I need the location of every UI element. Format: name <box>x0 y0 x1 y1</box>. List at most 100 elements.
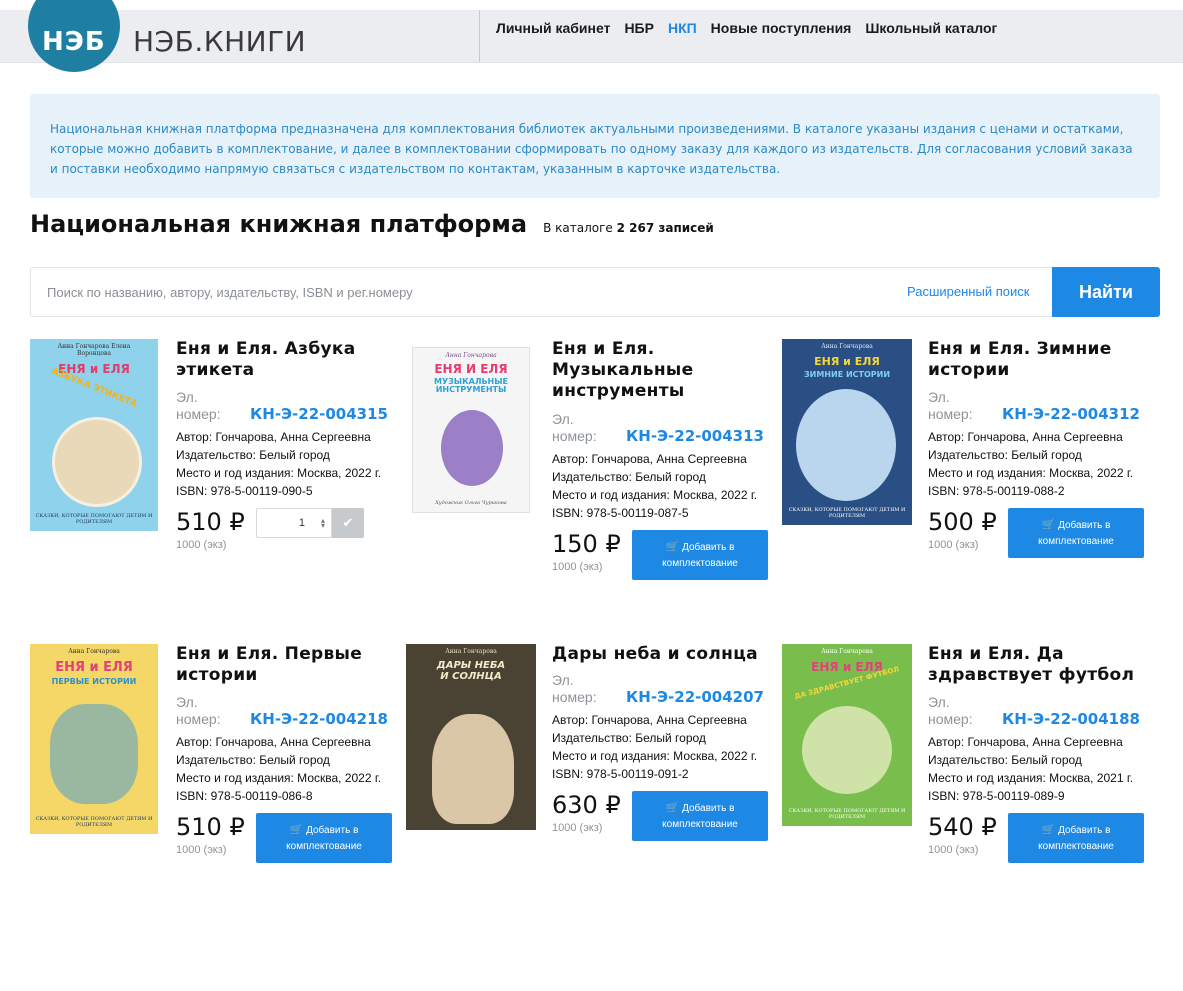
book-meta: Эл. номер: КН-Э-22-004218 Автор: Гончаро… <box>176 694 401 865</box>
page-title: Национальная книжная платформа <box>30 210 528 238</box>
cover-illustration <box>52 417 142 507</box>
top-bar: НЭБ НЭБ.КНИГИ Личный кабинет НБР НКП Нов… <box>0 0 1183 72</box>
reg-number[interactable]: КН-Э-22-004315 <box>250 405 388 423</box>
book-title[interactable]: Еня и Еля. Зимние истории <box>928 339 1138 381</box>
book-title[interactable]: Еня и Еля. Азбука этикета <box>176 339 386 381</box>
cover-title: ДАРЫ НЕБА И СОЛНЦА <box>436 660 506 682</box>
cover-subtitle: ЗИМНИЕ ИСТОРИИ <box>803 369 891 379</box>
cover-author: Анна Гончарова <box>68 648 120 655</box>
spinner-icon[interactable]: ▴ ▾ <box>321 517 325 530</box>
advanced-search-link[interactable]: Расширенный поиск <box>907 284 1029 299</box>
book-publisher: Издательство: Белый город <box>928 448 1082 462</box>
catalog-count: В каталоге 2 267 записей <box>543 221 714 235</box>
reg-line: Эл. номер: КН-Э-22-004207 <box>552 672 777 706</box>
stock: 1000 (экз) <box>928 539 979 551</box>
cover-illustration <box>802 706 892 794</box>
add-label-line2: комплектование <box>662 557 738 569</box>
title-row: Национальная книжная платформа В каталог… <box>30 210 714 238</box>
reg-number[interactable]: КН-Э-22-004188 <box>1002 710 1140 728</box>
logo-abbr[interactable]: НЭБ <box>42 27 112 57</box>
cover-illustration <box>50 704 138 804</box>
book-cover[interactable]: Анна Гончарова ЕНЯ и ЕЛЯ ПЕРВЫЕ ИСТОРИИ … <box>30 644 158 834</box>
add-label-line1: Добавить в <box>306 824 359 836</box>
book-cover[interactable]: Анна Гончарова Елена Воронцова ЕНЯ и ЕЛЯ… <box>30 339 158 531</box>
reg-number[interactable]: КН-Э-22-004218 <box>250 710 388 728</box>
book-isbn: ISBN: 978-5-00119-089-9 <box>928 789 1065 803</box>
book-cover[interactable]: Анна Гончарова ЕНЯ и ЕЛЯ ЗИМНИЕ ИСТОРИИ … <box>782 339 912 525</box>
price-row: 630 ₽ 1000 (экз) 🛒 Добавить в комплектов… <box>552 791 777 843</box>
reg-number[interactable]: КН-Э-22-004207 <box>626 688 764 706</box>
price: 630 ₽ <box>552 791 621 819</box>
nav-item-nbr[interactable]: НБР <box>624 20 654 36</box>
cart-icon: 🛒 <box>1041 823 1056 836</box>
add-to-collection-button[interactable]: 🛒 Добавить в комплектование <box>1008 813 1144 863</box>
book-author: Автор: Гончарова, Анна Сергеевна <box>552 452 747 466</box>
reg-label: Эл. номер: <box>552 672 597 705</box>
quantity-stepper[interactable]: ▴▾ <box>256 508 332 538</box>
cart-icon: 🛒 <box>665 540 680 553</box>
nav-divider <box>479 10 480 62</box>
reg-number[interactable]: КН-Э-22-004313 <box>626 427 764 445</box>
cover-series: Художник Ольга Чурикова <box>435 500 507 506</box>
book-cover[interactable]: Анна Гончарова ЕНЯ И ЕЛЯ МУЗЫКАЛЬНЫЕ ИНС… <box>412 347 530 513</box>
add-to-collection-button[interactable]: 🛒 Добавить в комплектование <box>1008 508 1144 558</box>
add-label-line1: Добавить в <box>682 802 735 814</box>
main-nav: Личный кабинет НБР НКП Новые поступления… <box>496 20 997 36</box>
cover-title: ЕНЯ И ЕЛЯ <box>434 362 508 376</box>
info-banner: Национальная книжная платформа предназна… <box>30 94 1160 198</box>
reg-number[interactable]: КН-Э-22-004312 <box>1002 405 1140 423</box>
book-publisher: Издательство: Белый город <box>176 448 330 462</box>
add-to-collection-button[interactable]: 🛒 Добавить в комплектование <box>632 530 768 580</box>
book-title[interactable]: Еня и Еля. Музыкальные инструменты <box>552 339 762 402</box>
nav-item-new-arrivals[interactable]: Новые поступления <box>711 20 852 36</box>
reg-label: Эл. номер: <box>928 694 973 727</box>
book-publisher: Издательство: Белый город <box>552 470 706 484</box>
add-label-line1: Добавить в <box>1058 519 1111 531</box>
book-place-year: Место и год издания: Москва, 2022 г. <box>176 771 382 785</box>
cover-title: ЕНЯ и ЕЛЯ <box>814 355 880 368</box>
cover-author: Анна Гончарова <box>445 352 497 359</box>
book-author: Автор: Гончарова, Анна Сергеевна <box>552 713 747 727</box>
add-to-collection-button[interactable]: 🛒 Добавить в комплектование <box>256 813 392 863</box>
nav-item-nkp[interactable]: НКП <box>668 20 697 36</box>
cover-series: СКАЗКИ, КОТОРЫЕ ПОМОГАЮТ ДЕТЯМ И РОДИТЕЛ… <box>35 513 153 525</box>
stock: 1000 (экз) <box>552 561 603 573</box>
cover-subtitle: ПЕРВЫЕ ИСТОРИИ <box>51 676 137 686</box>
cover-title: ЕНЯ и ЕЛЯ <box>55 660 133 675</box>
cart-icon: 🛒 <box>289 823 304 836</box>
book-author: Автор: Гончарова, Анна Сергеевна <box>928 735 1123 749</box>
stock: 1000 (экз) <box>176 539 227 551</box>
cover-subtitle: МУЗЫКАЛЬНЫЕ ИНСТРУМЕНТЫ <box>433 376 509 394</box>
book-isbn: ISBN: 978-5-00119-086-8 <box>176 789 313 803</box>
book-title[interactable]: Дары неба и солнца <box>552 644 762 665</box>
search-input[interactable] <box>31 268 891 316</box>
confirm-quantity-button[interactable]: ✔ <box>332 508 364 538</box>
reg-line: Эл. номер: КН-Э-22-004188 <box>928 694 1153 728</box>
check-icon: ✔ <box>342 515 354 530</box>
book-place-year: Место и год издания: Москва, 2022 г. <box>552 749 758 763</box>
cover-series: СКАЗКИ, КОТОРЫЕ ПОМОГАЮТ ДЕТЯМ И РОДИТЕЛ… <box>35 816 153 828</box>
page-bottom-blank <box>0 888 1183 991</box>
price-row: 510 ₽ 1000 (экз) 🛒 Добавить в комплектов… <box>176 813 401 865</box>
book-cover[interactable]: Анна Гончарова ЕНЯ и ЕЛЯ ДА ЗДРАВСТВУЕТ … <box>782 644 912 826</box>
book-meta: Эл. номер: КН-Э-22-004312 Автор: Гончаро… <box>928 389 1153 560</box>
reg-line: Эл. номер: КН-Э-22-004218 <box>176 694 401 728</box>
book-cover[interactable]: Анна Гончарова ДАРЫ НЕБА И СОЛНЦА <box>406 644 536 830</box>
reg-line: Эл. номер: КН-Э-22-004315 <box>176 389 401 423</box>
book-isbn: ISBN: 978-5-00119-088-2 <box>928 484 1065 498</box>
add-label-line2: комплектование <box>286 840 362 852</box>
add-to-collection-button[interactable]: 🛒 Добавить в комплектование <box>632 791 768 841</box>
book-title[interactable]: Еня и Еля. Первые истории <box>176 644 386 686</box>
cover-author: Анна Гончарова <box>821 648 873 655</box>
stock: 1000 (экз) <box>176 844 227 856</box>
price: 540 ₽ <box>928 813 997 841</box>
book-title[interactable]: Еня и Еля. Да здравствует футбол <box>928 644 1138 686</box>
nav-item-cabinet[interactable]: Личный кабинет <box>496 20 610 36</box>
logo-name[interactable]: НЭБ.КНИГИ <box>133 25 306 58</box>
quantity-input[interactable] <box>257 509 305 537</box>
price: 500 ₽ <box>928 508 997 536</box>
find-button[interactable]: Найти <box>1052 267 1160 317</box>
price-row: 510 ₽ 1000 (экз) ▴▾ ✔ <box>176 508 401 560</box>
nav-item-school-catalog[interactable]: Школьный каталог <box>865 20 997 36</box>
book-place-year: Место и год издания: Москва, 2022 г. <box>552 488 758 502</box>
